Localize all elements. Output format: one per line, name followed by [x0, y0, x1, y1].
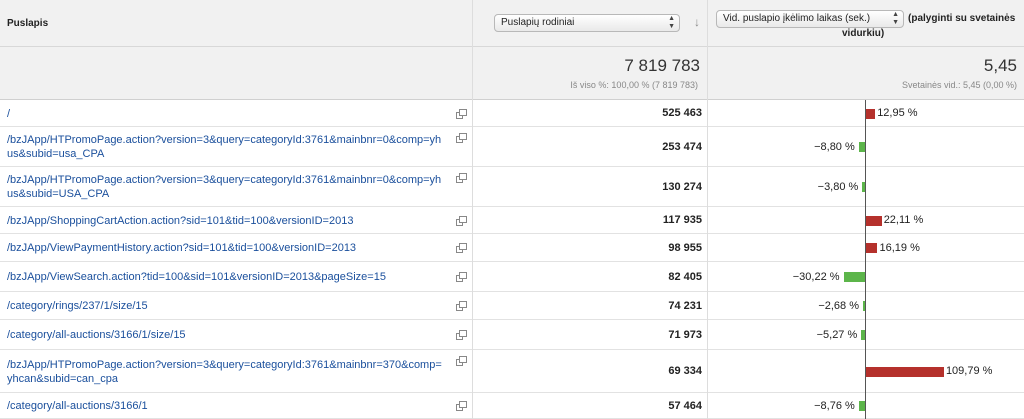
- load-time-percent: −8,80 %: [814, 140, 855, 153]
- page-link[interactable]: /bzJApp/HTPromoPage.action?version=3&que…: [7, 358, 447, 386]
- open-page-icon[interactable]: [456, 173, 467, 183]
- open-page-icon[interactable]: [456, 243, 467, 253]
- table-row: /category/all-auctions/3166/1 57 464 −8,76…: [0, 393, 1024, 419]
- metric2-select[interactable]: Vid. puslapio įkėlimo laikas (sek.) ▲ ▼: [716, 10, 904, 28]
- load-time-bar: [866, 243, 878, 253]
- table-row: /bzJApp/HTPromoPage.action?version=3&que…: [0, 127, 1024, 167]
- table-row: /category/rings/237/1/size/15 74 231 −2,68…: [0, 292, 1024, 320]
- pageviews-value: 69 334: [668, 365, 702, 377]
- load-time-bar: [843, 272, 865, 282]
- table-header: Puslapis Puslapių rodiniai ▲ ▼ ↓ Vid. pus…: [0, 0, 1024, 47]
- page-link[interactable]: /category/rings/237/1/size/15: [7, 299, 447, 313]
- page-link[interactable]: /bzJApp/HTPromoPage.action?version=3&que…: [7, 133, 447, 161]
- page-link[interactable]: /bzJApp/HTPromoPage.action?version=3&que…: [7, 173, 447, 201]
- sort-descending-icon[interactable]: ↓: [694, 15, 700, 29]
- load-time-percent: 109,79 %: [945, 365, 993, 377]
- compare-label: (palyginti su svetainės: [908, 13, 1016, 24]
- metric1-select[interactable]: Puslapių rodiniai ▲ ▼: [494, 14, 680, 32]
- table-row: /category/all-auctions/3166/1/size/15 71 …: [0, 320, 1024, 350]
- page-column-header[interactable]: Puslapis: [7, 18, 48, 29]
- table-row: /bzJApp/ViewPaymentHistory.action?sid=10…: [0, 234, 1024, 262]
- page-link[interactable]: /bzJApp/ShoppingCartAction.action?sid=10…: [7, 214, 447, 228]
- table-row: / 525 463 12,95 %: [0, 100, 1024, 127]
- pageviews-value: 525 463: [662, 107, 702, 119]
- page-link[interactable]: /category/all-auctions/3166/1: [7, 399, 447, 413]
- open-page-icon[interactable]: [456, 356, 467, 366]
- load-time-bar: [866, 215, 882, 226]
- compare-label-cont: vidurkiu): [842, 28, 885, 39]
- table-row: /bzJApp/HTPromoPage.action?version=3&que…: [0, 167, 1024, 207]
- load-time-bar: [866, 366, 944, 377]
- open-page-icon[interactable]: [456, 133, 467, 143]
- column-divider: [707, 0, 708, 419]
- load-time-percent: 12,95 %: [877, 107, 918, 119]
- load-time-bar: [866, 108, 876, 119]
- pageviews-value: 117 935: [662, 214, 702, 226]
- page-link[interactable]: /category/all-auctions/3166/1/size/15: [7, 328, 447, 342]
- load-time-percent: 22,11 %: [883, 214, 924, 226]
- table-row: /bzJApp/HTPromoPage.action?version=3&que…: [0, 350, 1024, 393]
- load-time-percent: −3,80 %: [817, 180, 859, 193]
- open-page-icon[interactable]: [456, 301, 467, 311]
- pageviews-value: 98 955: [668, 241, 702, 254]
- page-link[interactable]: /bzJApp/ViewPaymentHistory.action?sid=10…: [7, 241, 447, 255]
- pageviews-value: 130 274: [662, 180, 702, 193]
- site-average-load-sub: Svetainės vid.: 5,45 (0,00 %): [901, 80, 1017, 90]
- pageviews-value: 57 464: [668, 399, 702, 412]
- totals-row: 7 819 783 Iš viso %: 100,00 % (7 819 783…: [0, 47, 1024, 100]
- total-views-sub: Iš viso %: 100,00 % (7 819 783): [570, 80, 698, 90]
- site-average-baseline: [865, 100, 866, 419]
- open-page-icon[interactable]: [456, 330, 467, 340]
- load-time-percent: 16,19 %: [879, 241, 920, 254]
- page-link[interactable]: /: [7, 107, 447, 121]
- pageviews-value: 74 231: [668, 299, 702, 312]
- total-views: 7 819 783: [624, 56, 700, 75]
- pageviews-value: 253 474: [662, 140, 702, 153]
- open-page-icon[interactable]: [456, 215, 467, 226]
- open-page-icon[interactable]: [456, 401, 467, 411]
- page-link[interactable]: /bzJApp/ViewSearch.action?tid=100&sid=10…: [7, 270, 447, 284]
- open-page-icon[interactable]: [456, 108, 467, 119]
- site-average-load: 5,45: [983, 56, 1017, 75]
- table-row: /bzJApp/ShoppingCartAction.action?sid=10…: [0, 207, 1024, 234]
- select-arrows-icon: ▲ ▼: [668, 15, 675, 30]
- pageviews-value: 82 405: [668, 270, 702, 283]
- metric1-select-label: Puslapių rodiniai: [501, 17, 575, 28]
- table-row: /bzJApp/ViewSearch.action?tid=100&sid=10…: [0, 262, 1024, 292]
- analytics-table: Puslapis Puslapių rodiniai ▲ ▼ ↓ Vid. pus…: [0, 0, 1024, 419]
- metric2-select-label: Vid. puslapio įkėlimo laikas (sek.): [723, 13, 871, 24]
- load-time-percent: −5,27 %: [816, 328, 858, 341]
- open-page-icon[interactable]: [456, 272, 467, 282]
- load-time-percent: −30,22 %: [792, 270, 840, 283]
- column-divider: [472, 0, 473, 419]
- pageviews-value: 71 973: [668, 328, 702, 341]
- load-time-percent: −2,68 %: [818, 299, 859, 312]
- select-arrows-icon: ▲ ▼: [892, 11, 899, 26]
- load-time-percent: −8,76 %: [814, 399, 855, 412]
